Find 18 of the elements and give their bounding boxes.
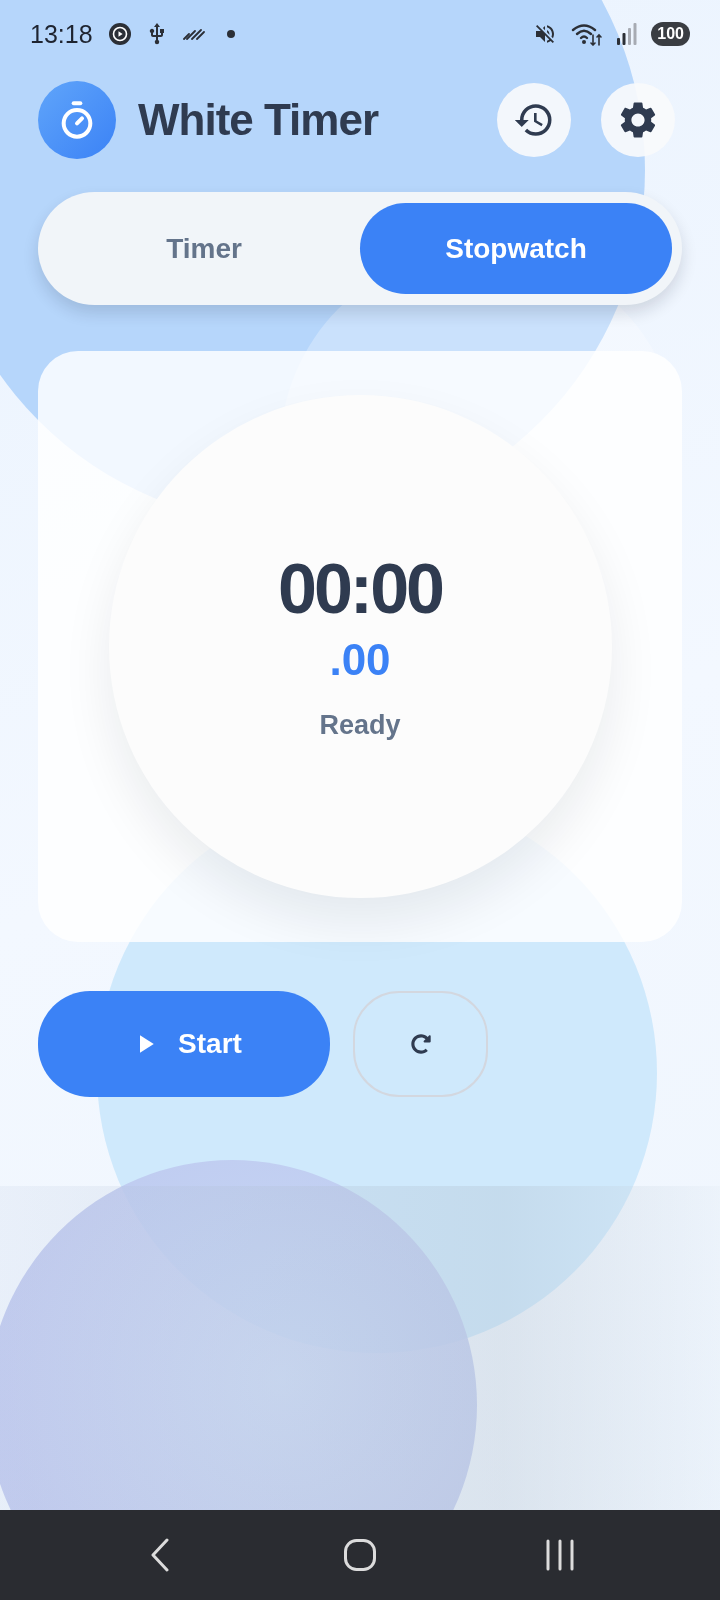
home-icon <box>344 1539 376 1571</box>
dot-icon <box>226 30 235 38</box>
app-title: White Timer <box>138 95 378 145</box>
signal-icon <box>617 23 638 45</box>
play-circle-icon <box>108 23 131 45</box>
mode-tab[interactable]: Timer <box>48 203 360 294</box>
timer-status: Ready <box>319 712 401 739</box>
elapsed-fraction: .00 <box>329 638 391 682</box>
battery-level: 100 <box>651 22 690 46</box>
elapsed-time: 00:00 <box>277 554 442 624</box>
start-button[interactable]: Start <box>38 991 330 1097</box>
reset-icon <box>410 1034 431 1054</box>
diagonal-lines-icon <box>182 28 205 40</box>
mode-tab[interactable]: Stopwatch <box>360 203 672 294</box>
recents-icon <box>546 1539 574 1571</box>
wifi-icon <box>571 22 604 46</box>
status-time: 13:18 <box>30 19 93 49</box>
back-icon <box>150 1538 170 1572</box>
